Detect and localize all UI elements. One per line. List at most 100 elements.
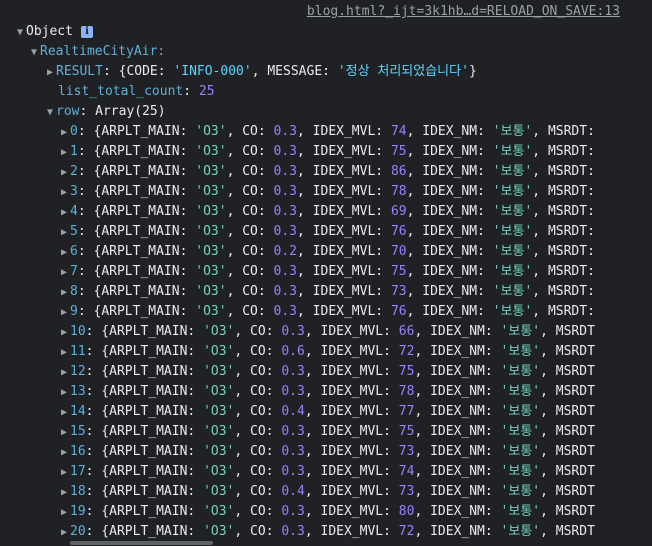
- triangle-right-icon[interactable]: ▶: [58, 363, 70, 382]
- triangle-right-icon[interactable]: ▶: [58, 143, 70, 162]
- row-punct: :: [383, 384, 399, 399]
- array-row-item[interactable]: ▶ 17: {ARPLT_MAIN: 'O3', CO: 0.3, IDEX_MV…: [0, 462, 652, 482]
- row-punct: ,: [414, 404, 431, 419]
- triangle-right-icon[interactable]: ▶: [58, 503, 70, 522]
- array-row-item[interactable]: ▶ 20: {ARPLT_MAIN: 'O3', CO: 0.3, IDEX_MV…: [0, 522, 652, 542]
- row-punct: ,: [540, 444, 556, 459]
- triangle-right-icon[interactable]: ▶: [58, 223, 70, 242]
- triangle-right-icon[interactable]: ▶: [58, 463, 70, 482]
- row-punct: ,: [304, 464, 321, 479]
- row-punct: :: [179, 264, 196, 279]
- field-tail-key: MSRDT:: [547, 284, 595, 299]
- array-row-item[interactable]: ▶ 11: {ARPLT_MAIN: 'O3', CO: 0.6, IDEX_MV…: [0, 342, 652, 362]
- array-row-item[interactable]: ▶ 16: {ARPLT_MAIN: 'O3', CO: 0.3, IDEX_MV…: [0, 442, 652, 462]
- array-row-item[interactable]: ▶ 0: {ARPLT_MAIN: 'O3', CO: 0.3, IDEX_MVL…: [0, 122, 652, 142]
- field-nm-value: '보통': [492, 304, 533, 319]
- row-punct: ,: [406, 124, 423, 139]
- triangle-right-icon[interactable]: ▶: [58, 123, 70, 142]
- result-line[interactable]: ▶ RESULT: {CODE: 'INFO-000', MESSAGE: '정상…: [0, 62, 652, 82]
- triangle-down-icon[interactable]: ▼: [14, 23, 26, 42]
- array-row-item[interactable]: ▶ 14: {ARPLT_MAIN: 'O3', CO: 0.4, IDEX_MV…: [0, 402, 652, 422]
- array-row-item[interactable]: ▶ 5: {ARPLT_MAIN: 'O3', CO: 0.3, IDEX_MVL…: [0, 222, 652, 242]
- triangle-right-icon[interactable]: ▶: [58, 383, 70, 402]
- city-air-line[interactable]: ▼ RealtimeCityAir:: [0, 42, 652, 62]
- field-tail-key: MSRDT: [555, 364, 595, 379]
- array-row-item[interactable]: ▶ 19: {ARPLT_MAIN: 'O3', CO: 0.3, IDEX_MV…: [0, 502, 652, 522]
- array-row-item[interactable]: ▶ 1: {ARPLT_MAIN: 'O3', CO: 0.3, IDEX_MVL…: [0, 142, 652, 162]
- array-row-item[interactable]: ▶ 12: {ARPLT_MAIN: 'O3', CO: 0.3, IDEX_MV…: [0, 362, 652, 382]
- triangle-right-icon[interactable]: ▶: [58, 163, 70, 182]
- field-tail-key: MSRDT: [555, 464, 595, 479]
- triangle-right-icon[interactable]: ▶: [58, 323, 70, 342]
- triangle-right-icon[interactable]: ▶: [44, 63, 56, 82]
- field-mvl-value: 74: [390, 124, 407, 139]
- triangle-right-icon[interactable]: ▶: [58, 263, 70, 282]
- row-punct: ,: [297, 164, 313, 179]
- field-mvl-value: 72: [398, 524, 415, 539]
- row-punct: :: [484, 504, 501, 519]
- row-punct: ,: [226, 184, 243, 199]
- scrollbar-thumb[interactable]: [70, 541, 213, 545]
- root-object-line[interactable]: ▼ Object i: [0, 22, 643, 42]
- array-row-item[interactable]: ▶ 3: {ARPLT_MAIN: 'O3', CO: 0.3, IDEX_MVL…: [0, 182, 652, 202]
- array-row-item[interactable]: ▶ 15: {ARPLT_MAIN: 'O3', CO: 0.3, IDEX_MV…: [0, 422, 652, 442]
- array-row-item[interactable]: ▶ 6: {ARPLT_MAIN: 'O3', CO: 0.2, IDEX_MVL…: [0, 242, 652, 262]
- source-location-link[interactable]: blog.html?_ijt=3k1hb…d=RELOAD_ON_SAVE:13: [307, 4, 620, 19]
- field-co-key: CO: [242, 304, 258, 319]
- triangle-right-icon[interactable]: ▶: [58, 343, 70, 362]
- array-row-item[interactable]: ▶ 4: {ARPLT_MAIN: 'O3', CO: 0.3, IDEX_MVL…: [0, 202, 652, 222]
- triangle-right-icon[interactable]: ▶: [58, 203, 70, 222]
- row-punct: :: [383, 404, 399, 419]
- field-mvl-key: IDEX_MVL: [320, 444, 384, 459]
- triangle-right-icon[interactable]: ▶: [58, 443, 70, 462]
- row-punct: ,: [406, 284, 423, 299]
- triangle-right-icon[interactable]: ▶: [58, 403, 70, 422]
- row-punct: ,: [304, 324, 321, 339]
- array-row-item[interactable]: ▶ 9: {ARPLT_MAIN: 'O3', CO: 0.3, IDEX_MVL…: [0, 302, 652, 322]
- row-punct: :: [187, 504, 204, 519]
- field-main-key: ARPLT_MAIN: [109, 364, 188, 379]
- field-main-value: 'O3': [195, 144, 227, 159]
- row-index: 9: [70, 304, 78, 319]
- field-main-key: ARPLT_MAIN: [101, 164, 180, 179]
- row-punct: :: [484, 484, 501, 499]
- array-row-item[interactable]: ▶ 13: {ARPLT_MAIN: 'O3', CO: 0.3, IDEX_MV…: [0, 382, 652, 402]
- field-co-key: CO: [250, 504, 266, 519]
- triangle-right-icon[interactable]: ▶: [58, 303, 70, 322]
- row-punct: :: [179, 164, 196, 179]
- horizontal-scrollbar[interactable]: [0, 540, 652, 546]
- field-nm-value: '보통': [492, 204, 533, 219]
- array-row-item[interactable]: ▶ 18: {ARPLT_MAIN: 'O3', CO: 0.4, IDEX_MV…: [0, 482, 652, 502]
- field-co-value: 0.6: [281, 344, 305, 359]
- field-co-value: 0.3: [273, 164, 298, 179]
- array-row-item[interactable]: ▶ 8: {ARPLT_MAIN: 'O3', CO: 0.3, IDEX_MVL…: [0, 282, 652, 302]
- triangle-right-icon[interactable]: ▶: [58, 423, 70, 442]
- row-punct: :: [383, 444, 399, 459]
- triangle-right-icon[interactable]: ▶: [58, 283, 70, 302]
- array-row-item[interactable]: ▶ 10: {ARPLT_MAIN: 'O3', CO: 0.3, IDEX_MV…: [0, 322, 652, 342]
- row-array-line[interactable]: ▼ row: Array(25): [0, 102, 652, 122]
- field-main-key: ARPLT_MAIN: [101, 264, 180, 279]
- array-row-item[interactable]: ▶ 2: {ARPLT_MAIN: 'O3', CO: 0.3, IDEX_MVL…: [0, 162, 652, 182]
- triangle-down-icon[interactable]: ▼: [44, 103, 56, 122]
- row-index: 12: [70, 364, 86, 379]
- triangle-right-icon[interactable]: ▶: [58, 183, 70, 202]
- triangle-right-icon[interactable]: ▶: [58, 243, 70, 262]
- info-icon[interactable]: i: [80, 25, 93, 38]
- row-punct: : {: [85, 444, 110, 459]
- field-co-key: CO: [242, 124, 258, 139]
- row-punct: ,: [297, 144, 313, 159]
- field-main-key: ARPLT_MAIN: [101, 124, 180, 139]
- row-punct: ,: [226, 164, 243, 179]
- triangle-right-icon[interactable]: ▶: [58, 483, 70, 502]
- row-punct: ,: [234, 364, 251, 379]
- row-punct: :: [484, 324, 501, 339]
- row-key: row: [56, 104, 80, 119]
- field-main-key: ARPLT_MAIN: [109, 404, 188, 419]
- row-punct: :: [257, 204, 274, 219]
- result-code-key: CODE: [126, 64, 158, 79]
- row-punct: :: [257, 284, 274, 299]
- field-nm-key: IDEX_NM: [430, 384, 485, 399]
- array-row-item[interactable]: ▶ 7: {ARPLT_MAIN: 'O3', CO: 0.3, IDEX_MVL…: [0, 262, 652, 282]
- triangle-down-icon[interactable]: ▼: [28, 43, 40, 62]
